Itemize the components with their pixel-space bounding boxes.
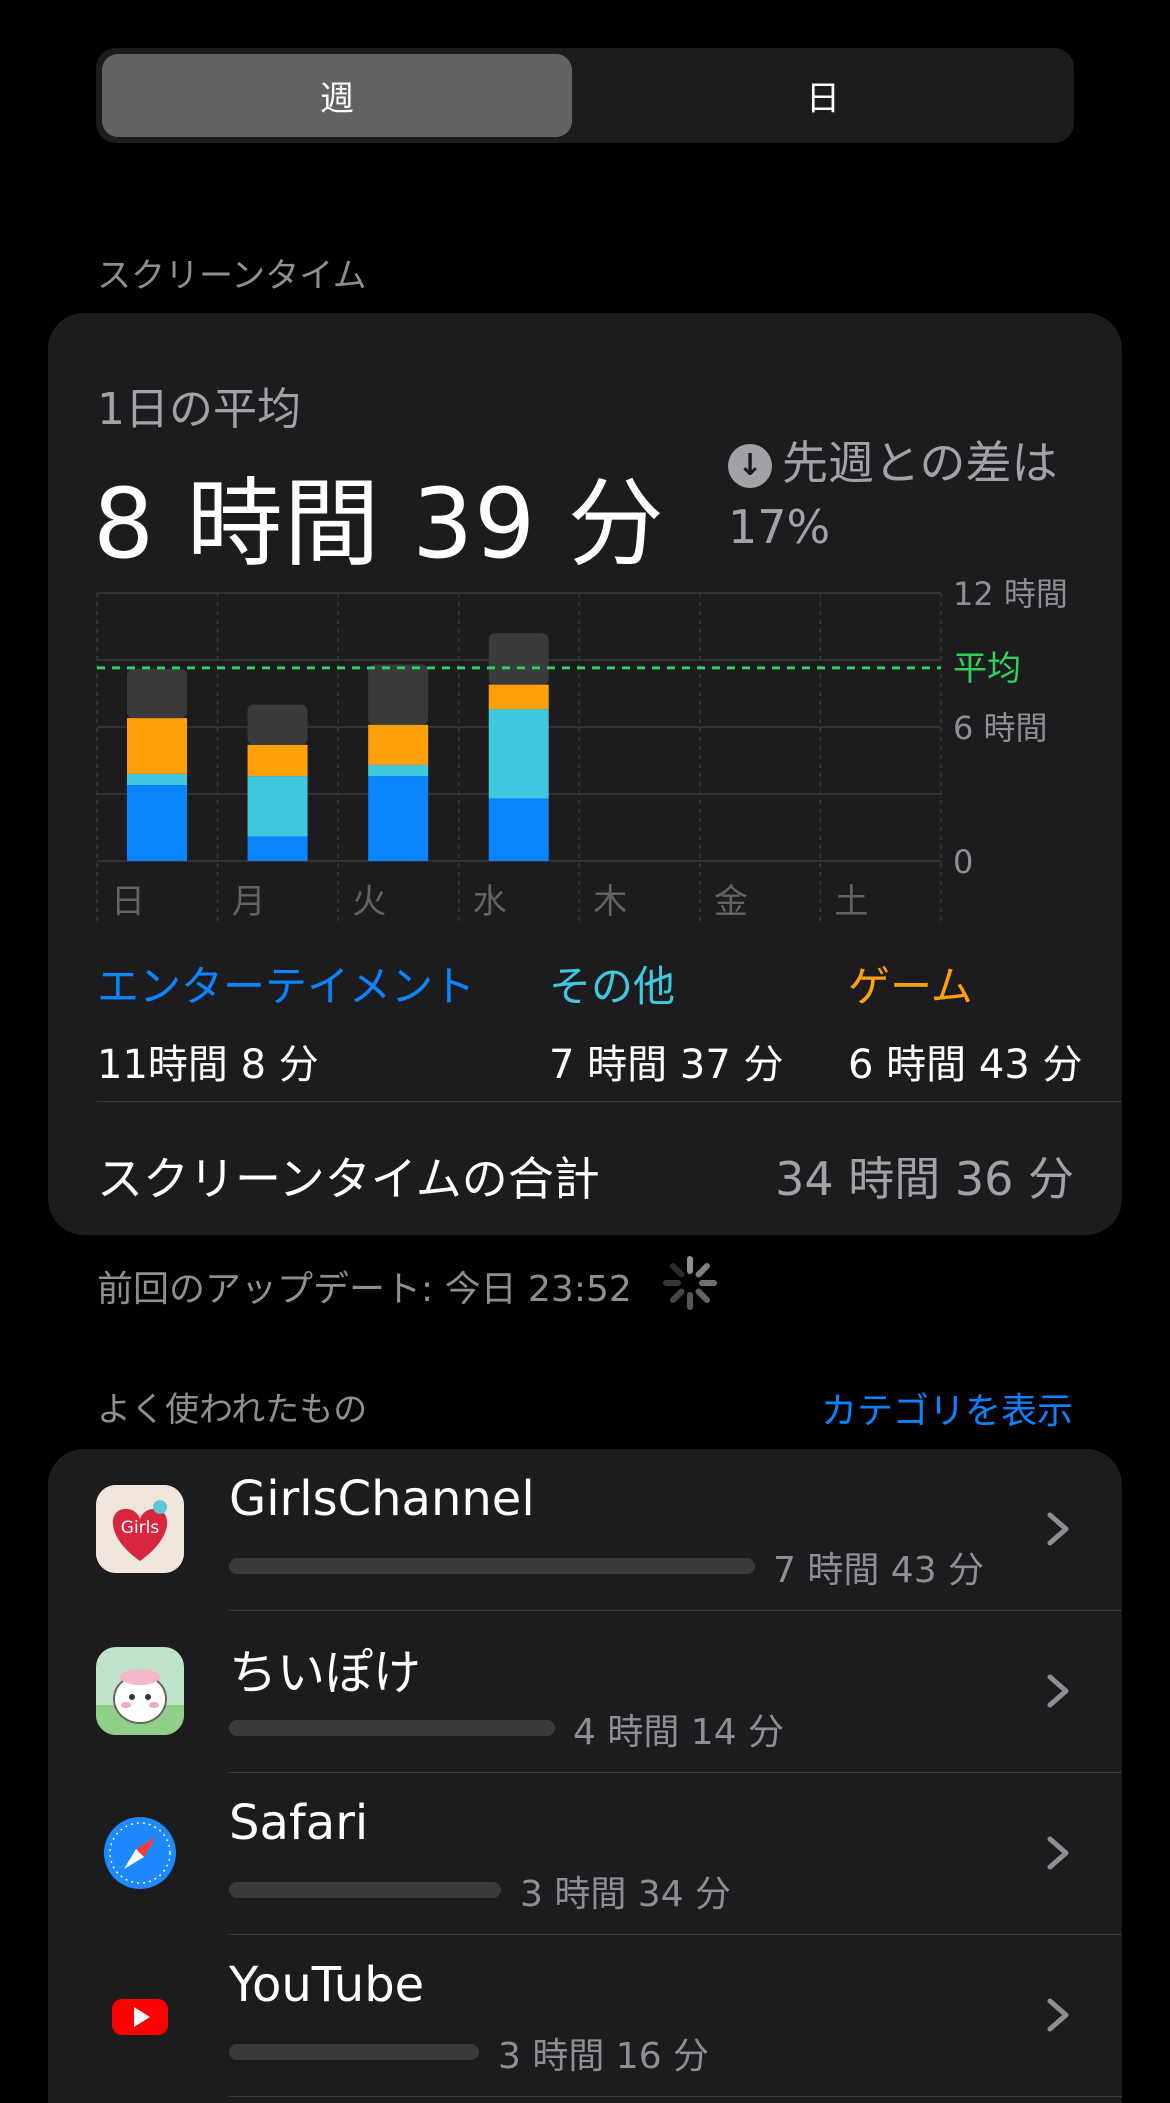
x-tick-label: 月 bbox=[232, 882, 266, 922]
bar-segment bbox=[368, 664, 429, 725]
usage-bar bbox=[229, 1720, 555, 1736]
segment-day[interactable]: 日 bbox=[578, 54, 1068, 137]
app-time: 3 時間 16 分 bbox=[498, 2036, 710, 2077]
last-updated: 前回のアップデート: 今日 23:52 bbox=[97, 1269, 632, 1310]
app-time: 7 時間 43 分 bbox=[773, 1550, 985, 1591]
chevron-right-icon bbox=[1047, 1998, 1069, 2032]
category-name: ゲーム bbox=[848, 962, 973, 1011]
category-time: 7 時間 37 分 bbox=[549, 1042, 784, 1088]
most-used-apps-list: Girls GirlsChannel 7 時間 43 分 ちいぽけ 4 時間 1… bbox=[48, 1449, 1122, 2103]
section-title-screen-time: スクリーンタイム bbox=[97, 256, 367, 296]
bar-segment bbox=[127, 773, 187, 786]
section-title-most-used: よく使われたもの bbox=[97, 1390, 368, 1430]
bar-segment bbox=[127, 718, 187, 774]
y-tick-label: 12 時間 bbox=[953, 575, 1068, 613]
usage-bar bbox=[229, 1558, 755, 1574]
bar-segment bbox=[488, 798, 549, 861]
category-summary: エンターテイメント 11時間 8 分 その他 7 時間 37 分 ゲーム 6 時… bbox=[97, 953, 1097, 1088]
category-entertainment: エンターテイメント 11時間 8 分 bbox=[97, 953, 475, 1090]
app-name: Safari bbox=[229, 1795, 369, 1851]
x-tick-label: 水 bbox=[473, 882, 507, 922]
x-tick-label: 木 bbox=[593, 882, 627, 922]
y-tick-label: 0 bbox=[953, 843, 973, 881]
x-tick-label: 日 bbox=[111, 882, 145, 922]
weekly-usage-chart: 日 月 火 水 木 金 土 平均 12 時間 6 時間 0 bbox=[96, 575, 1068, 925]
category-name: その他 bbox=[549, 962, 676, 1011]
youtube-icon bbox=[96, 1971, 184, 2059]
total-label: スクリーンタイムの合計 bbox=[97, 1152, 600, 1206]
chevron-right-icon bbox=[1047, 1836, 1069, 1870]
x-tick-label: 金 bbox=[714, 882, 748, 922]
chevron-right-icon bbox=[1047, 1674, 1069, 1708]
app-name: YouTube bbox=[229, 1957, 425, 2013]
show-categories-link[interactable]: カテゴリを表示 bbox=[821, 1382, 1073, 1434]
bar-segment bbox=[368, 724, 429, 765]
chiipoke-icon bbox=[96, 1647, 184, 1735]
bar-segment bbox=[488, 709, 549, 799]
x-tick-label: 火 bbox=[352, 882, 386, 922]
bar-segment bbox=[127, 668, 187, 719]
y-tick-label: 6 時間 bbox=[953, 709, 1048, 747]
x-tick-label: 土 bbox=[834, 882, 868, 922]
total-value: 34 時間 36 分 bbox=[775, 1152, 1074, 1206]
bar-segment bbox=[247, 836, 308, 861]
app-name: GirlsChannel bbox=[229, 1471, 535, 1527]
divider bbox=[97, 1101, 1122, 1102]
bar-segment bbox=[127, 785, 187, 861]
bar-segment bbox=[488, 633, 549, 685]
category-time: 11時間 8 分 bbox=[97, 1042, 319, 1088]
category-other: その他 7 時間 37 分 bbox=[549, 953, 784, 1090]
average-label: 平均 bbox=[953, 649, 1021, 689]
row-divider bbox=[229, 2096, 1122, 2097]
app-row-safari[interactable]: Safari 3 時間 34 分 bbox=[48, 1773, 1122, 1935]
app-row-girlschannel[interactable]: Girls GirlsChannel 7 時間 43 分 bbox=[48, 1449, 1122, 1611]
segment-week[interactable]: 週 bbox=[102, 54, 572, 137]
app-name: ちいぽけ bbox=[229, 1645, 422, 1701]
girlschannel-icon: Girls bbox=[96, 1485, 184, 1573]
app-row-chiipoke[interactable]: ちいぽけ 4 時間 14 分 bbox=[48, 1611, 1122, 1773]
app-time: 3 時間 34 分 bbox=[520, 1874, 732, 1915]
bar-segment bbox=[247, 776, 308, 837]
usage-bar bbox=[229, 1882, 501, 1898]
loading-spinner-icon bbox=[663, 1256, 717, 1310]
category-name: エンターテイメント bbox=[97, 962, 476, 1011]
chevron-right-icon bbox=[1047, 1512, 1069, 1546]
bar-segment bbox=[488, 684, 549, 710]
usage-bar bbox=[229, 2044, 479, 2060]
app-row-youtube[interactable]: YouTube 3 時間 16 分 bbox=[48, 1935, 1122, 2097]
bar-segment bbox=[368, 764, 429, 777]
period-segmented-control: 週 日 bbox=[96, 48, 1074, 143]
category-time: 6 時間 43 分 bbox=[848, 1042, 1083, 1088]
app-time: 4 時間 14 分 bbox=[573, 1712, 785, 1753]
svg-text:Girls: Girls bbox=[121, 1518, 160, 1538]
bar-segment bbox=[247, 744, 308, 777]
screen-time-summary-card[interactable]: 1日の平均 8 時間 39 分 ↓ 先週との差は 17% 日月火水木金土平均 12 … bbox=[48, 313, 1122, 1235]
bar-segment bbox=[368, 776, 429, 861]
bar-segment bbox=[247, 704, 308, 745]
safari-icon bbox=[96, 1809, 184, 1897]
category-games: ゲーム 6 時間 43 分 bbox=[848, 953, 1083, 1090]
